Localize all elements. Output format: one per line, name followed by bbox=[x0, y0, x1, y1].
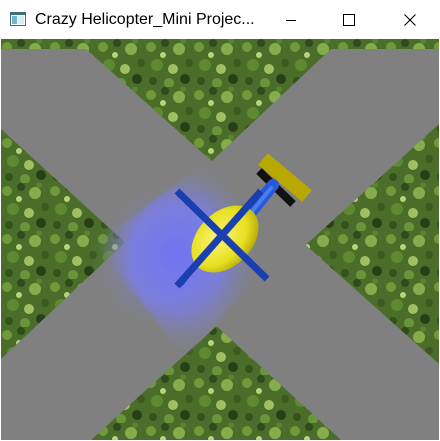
window-title: Crazy Helicopter_Mini Projec... bbox=[35, 11, 255, 28]
app-window: Crazy Helicopter_Mini Projec... bbox=[0, 0, 440, 441]
close-icon bbox=[403, 13, 416, 26]
game-viewport[interactable] bbox=[1, 39, 439, 440]
minimize-icon bbox=[285, 14, 297, 26]
close-button[interactable] bbox=[379, 0, 440, 39]
minimize-button[interactable] bbox=[262, 0, 320, 39]
maximize-button[interactable] bbox=[320, 0, 378, 39]
maximize-icon bbox=[343, 13, 355, 26]
app-window-icon bbox=[10, 11, 26, 27]
game-scene bbox=[1, 39, 439, 440]
title-bar[interactable]: Crazy Helicopter_Mini Projec... bbox=[0, 0, 440, 39]
